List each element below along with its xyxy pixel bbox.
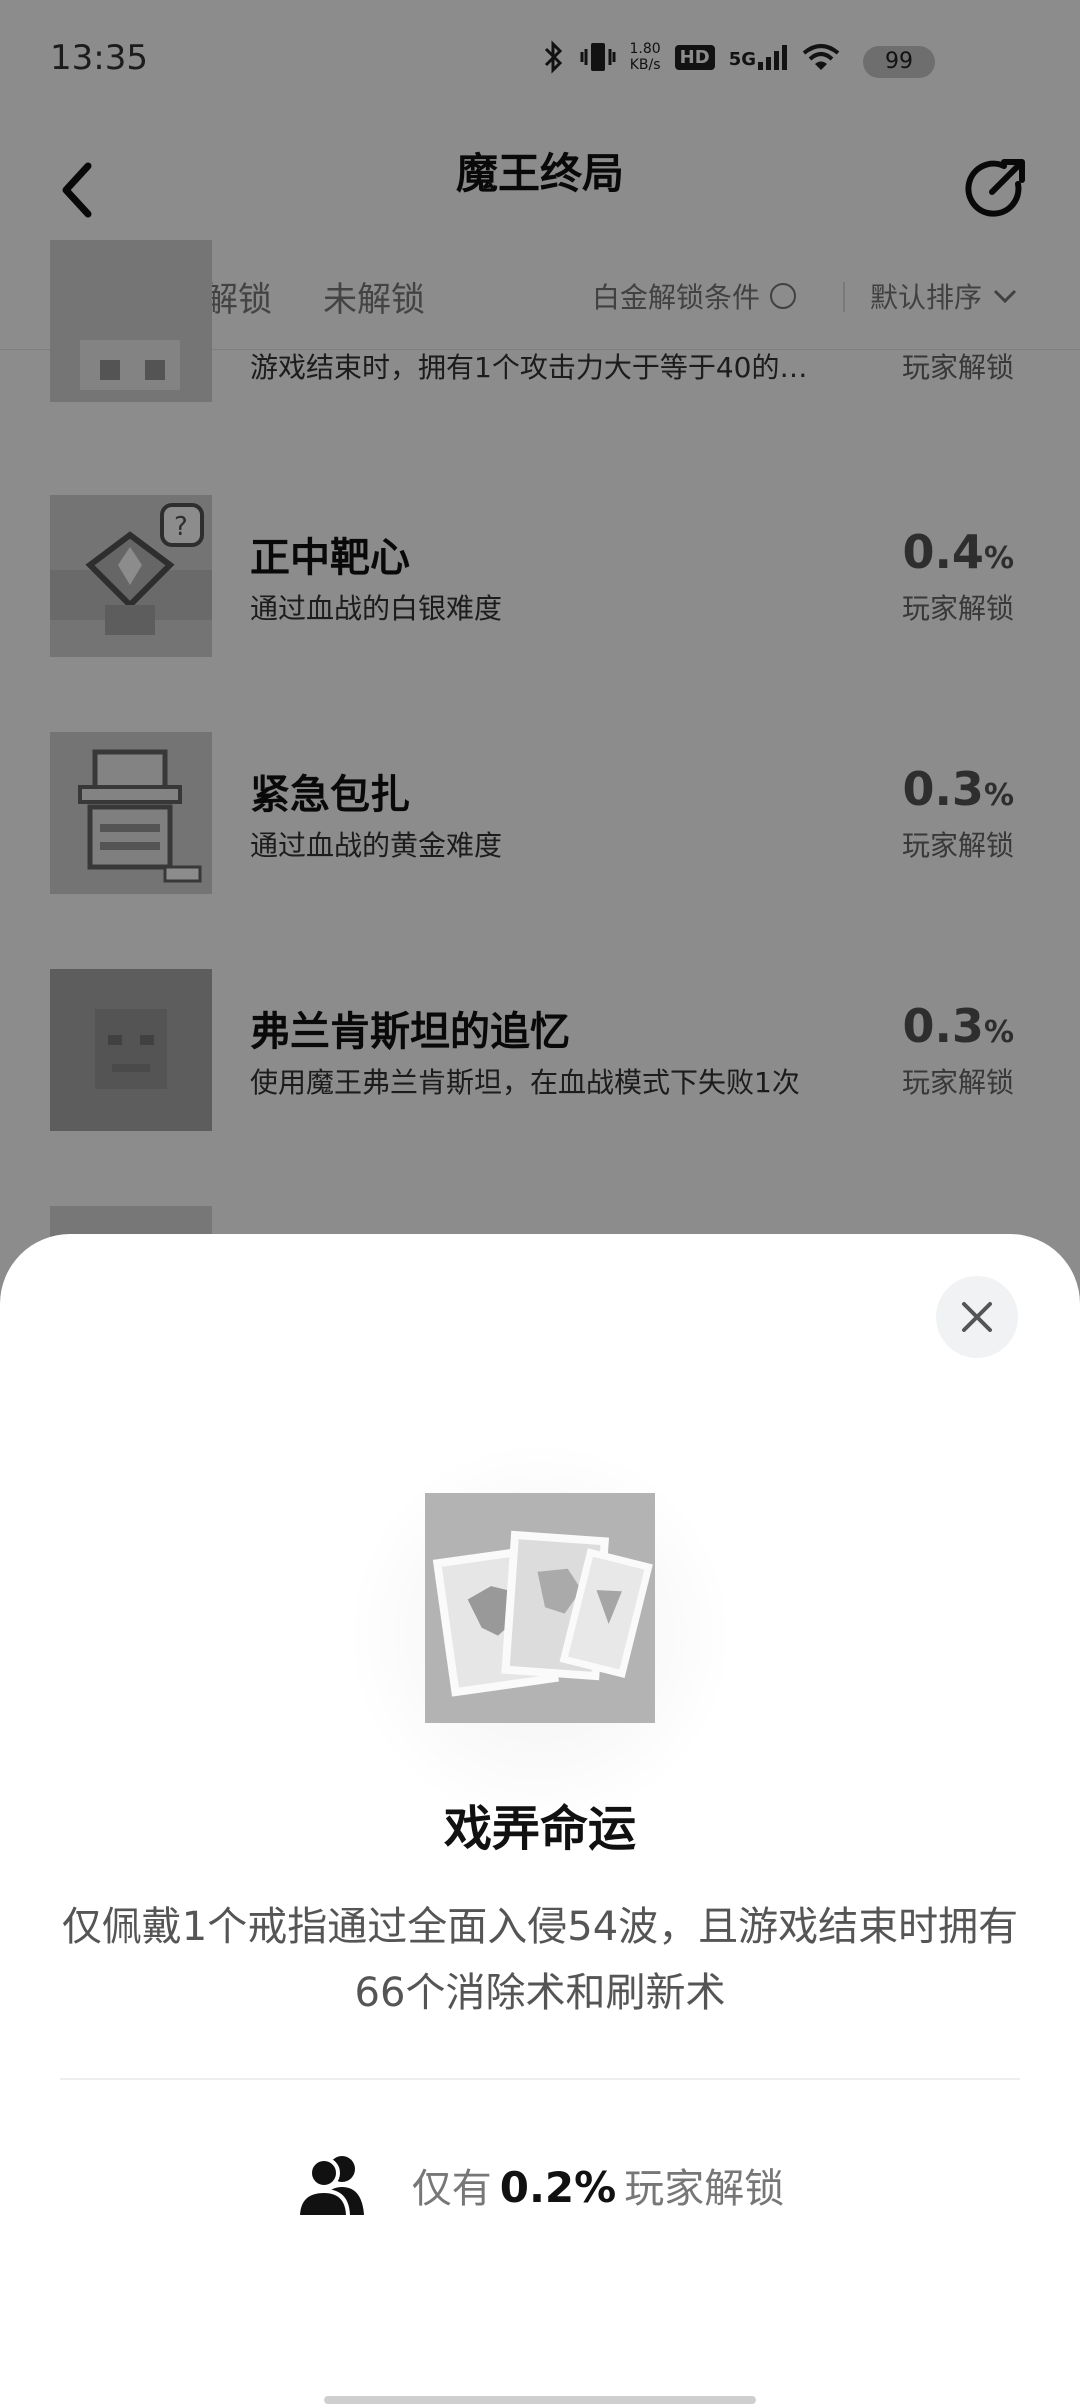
home-indicator[interactable]	[324, 2396, 756, 2404]
users-icon	[295, 2156, 364, 2217]
unlock-stat-text: 仅有 0.2% 玩家解锁	[412, 2156, 784, 2214]
stat-prefix: 仅有	[411, 2166, 492, 2212]
cards-badge-icon	[425, 1493, 655, 1723]
achievement-detail-description: 仅佩戴1个戒指通过全面入侵54波，且游戏结束时拥有66个消除术和刷新术	[61, 1904, 1019, 2016]
achievement-title: 戏弄命运	[443, 1801, 636, 1857]
sheet-divider	[60, 2078, 1020, 2080]
close-icon	[962, 1302, 992, 1332]
stat-value: 0.2%	[499, 2163, 617, 2212]
unlock-stat: 仅有 0.2% 玩家解锁	[0, 2140, 1080, 2230]
stat-suffix: 玩家解锁	[624, 2166, 785, 2212]
close-button[interactable]	[936, 1276, 1018, 1358]
achievement-detail-sheet: 戏弄命运 仅佩戴1个戒指通过全面入侵54波，且游戏结束时拥有66个消除术和刷新术…	[0, 1234, 1080, 2408]
